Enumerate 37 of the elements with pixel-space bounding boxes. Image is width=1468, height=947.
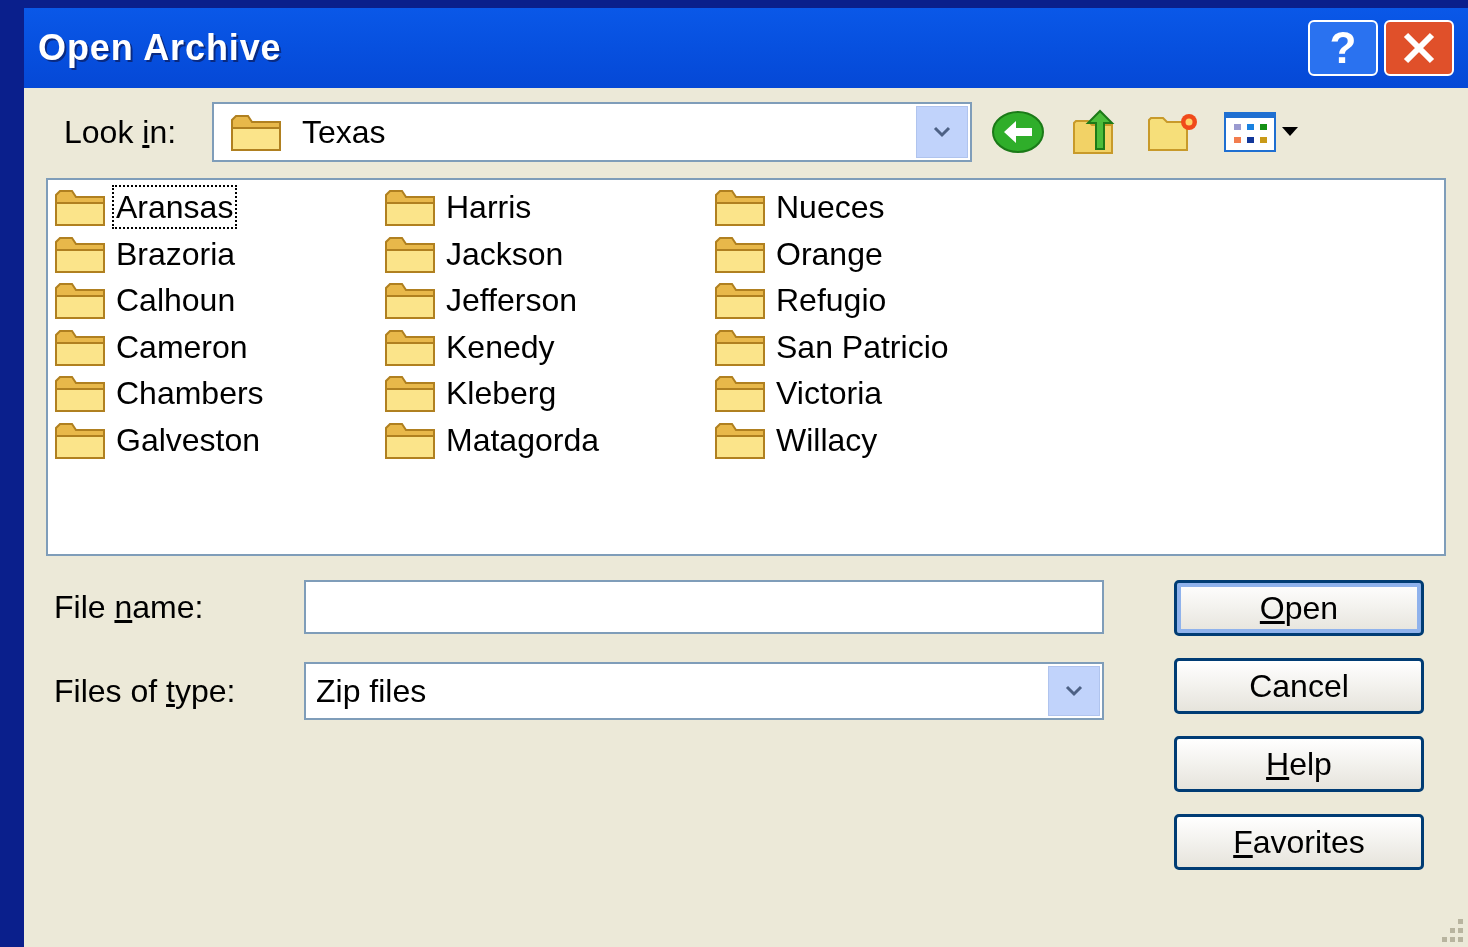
folder-item[interactable]: Jackson (384, 230, 714, 277)
folder-item[interactable]: Harris (384, 184, 714, 231)
folder-item[interactable]: Refugio (714, 277, 1044, 324)
file-name-field[interactable] (304, 580, 1104, 634)
dialog-button[interactable]: Open (1174, 580, 1424, 636)
folder-item[interactable]: Kleberg (384, 370, 714, 417)
close-icon (1402, 31, 1436, 65)
folder-item[interactable]: Calhoun (54, 277, 384, 324)
dialog-button[interactable]: Favorites (1174, 814, 1424, 870)
view-grid-icon (1224, 112, 1276, 152)
file-name-label: File name: (54, 588, 205, 627)
close-button[interactable] (1384, 20, 1454, 76)
folder-item[interactable]: Aransas (54, 184, 384, 231)
folder-item[interactable]: Willacy (714, 416, 1044, 463)
folder-item[interactable]: Nueces (714, 184, 1044, 231)
folder-item[interactable]: Chambers (54, 370, 384, 417)
folder-item[interactable]: Matagorda (384, 416, 714, 463)
window-title: Open Archive (38, 26, 283, 70)
dialog-button[interactable]: Cancel (1174, 658, 1424, 714)
file-type-dropdown[interactable]: Zip files (304, 662, 1104, 720)
help-button[interactable]: ? (1308, 20, 1378, 76)
folder-item[interactable]: Cameron (54, 323, 384, 370)
look-in-label: Look in: (64, 113, 178, 152)
folder-item[interactable]: San Patricio (714, 323, 1044, 370)
look-in-dropdown[interactable]: Texas (212, 102, 972, 162)
file-type-label: Files of type: (54, 672, 237, 711)
folder-item[interactable]: Kenedy (384, 323, 714, 370)
caret-icon (1282, 127, 1298, 137)
folder-item[interactable]: Jefferson (384, 277, 714, 324)
caret-icon (1064, 685, 1084, 697)
folder-item[interactable]: Galveston (54, 416, 384, 463)
folder-item[interactable]: Brazoria (54, 230, 384, 277)
folder-item[interactable]: Victoria (714, 370, 1044, 417)
caret-icon (932, 126, 952, 138)
folder-item[interactable]: Orange (714, 230, 1044, 277)
dialog-button[interactable]: Help (1174, 736, 1424, 792)
folder-icon (230, 112, 284, 152)
